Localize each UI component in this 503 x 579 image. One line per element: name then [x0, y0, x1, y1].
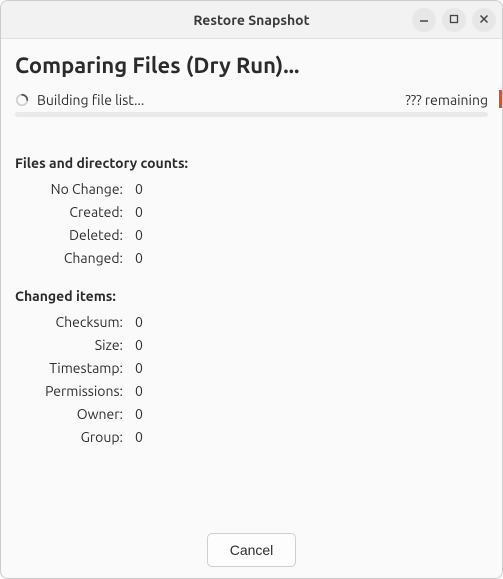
footer: Cancel — [1, 522, 502, 578]
window-title: Restore Snapshot — [193, 12, 309, 28]
stat-label: Deleted: — [23, 227, 123, 243]
changed-items-grid: Checksum: 0 Size: 0 Timestamp: 0 Permiss… — [23, 314, 488, 445]
status-row: Building file list... ??? remaining — [15, 92, 488, 108]
maximize-button[interactable] — [442, 8, 466, 32]
content-area: Comparing Files (Dry Run)... Building fi… — [1, 39, 502, 522]
status-left: Building file list... — [15, 92, 144, 108]
minimize-icon — [419, 12, 429, 27]
progress-bar — [15, 112, 488, 117]
status-text: Building file list... — [37, 92, 144, 108]
stat-value: 0 — [135, 383, 488, 399]
stat-value: 0 — [135, 181, 488, 197]
page-title: Comparing Files (Dry Run)... — [15, 53, 488, 78]
stat-value: 0 — [135, 250, 488, 266]
restore-snapshot-window: Restore Snapshot Comparing Files (Dry Ru… — [0, 0, 503, 579]
stat-label: Group: — [23, 429, 123, 445]
stat-label: Owner: — [23, 406, 123, 422]
stat-value: 0 — [135, 337, 488, 353]
close-icon — [479, 12, 489, 27]
stat-label: Changed: — [23, 250, 123, 266]
stat-value: 0 — [135, 314, 488, 330]
stat-value: 0 — [135, 360, 488, 376]
stat-label: Timestamp: — [23, 360, 123, 376]
stat-label: Created: — [23, 204, 123, 220]
file-counts-grid: No Change: 0 Created: 0 Deleted: 0 Chang… — [23, 181, 488, 266]
stat-value: 0 — [135, 204, 488, 220]
stat-value: 0 — [135, 227, 488, 243]
stat-value: 0 — [135, 406, 488, 422]
cancel-button[interactable]: Cancel — [207, 533, 297, 567]
maximize-icon — [449, 12, 459, 27]
window-controls — [412, 8, 496, 32]
spinner-icon — [15, 93, 29, 107]
close-button[interactable] — [472, 8, 496, 32]
stat-label: Checksum: — [23, 314, 123, 330]
stat-label: No Change: — [23, 181, 123, 197]
titlebar: Restore Snapshot — [1, 1, 502, 39]
stat-label: Size: — [23, 337, 123, 353]
file-counts-title: Files and directory counts: — [15, 155, 488, 171]
minimize-button[interactable] — [412, 8, 436, 32]
accent-strip — [499, 90, 502, 108]
stat-label: Permissions: — [23, 383, 123, 399]
stat-value: 0 — [135, 429, 488, 445]
changed-items-section: Changed items: Checksum: 0 Size: 0 Times… — [15, 288, 488, 445]
remaining-text: ??? remaining — [405, 92, 488, 108]
file-counts-section: Files and directory counts: No Change: 0… — [15, 155, 488, 266]
changed-items-title: Changed items: — [15, 288, 488, 304]
